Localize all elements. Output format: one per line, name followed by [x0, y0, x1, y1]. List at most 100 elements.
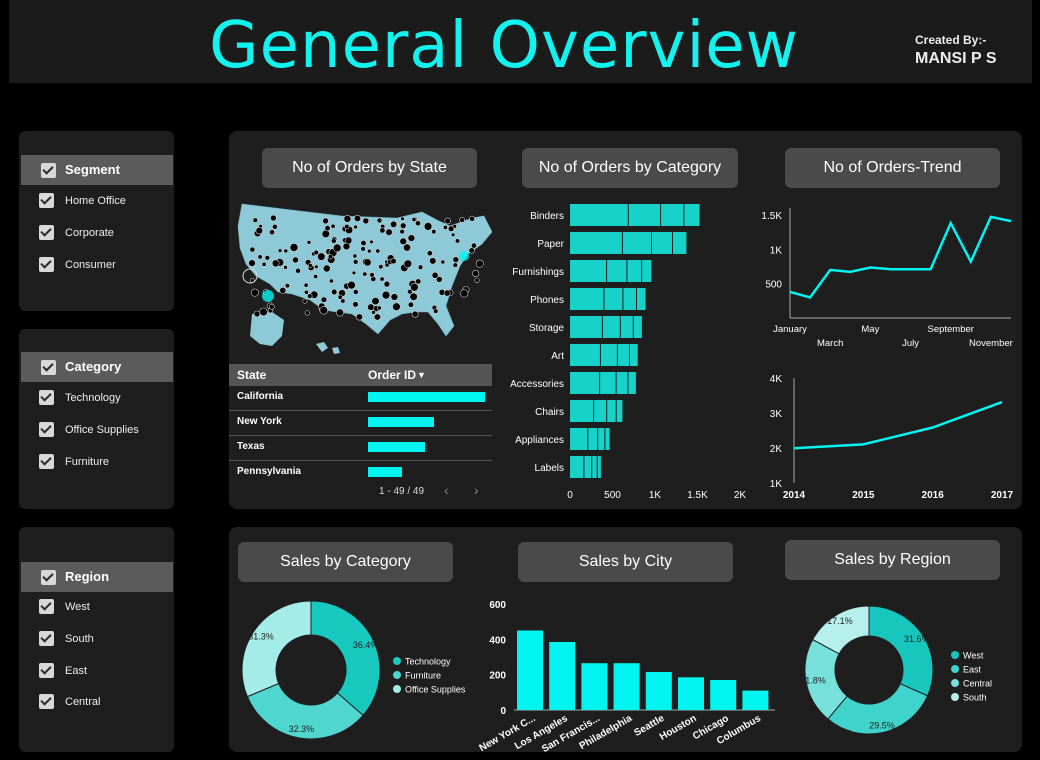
map-bubble — [390, 293, 399, 301]
map-bubble — [407, 234, 416, 242]
category-label: Binders — [530, 211, 564, 222]
checkbox[interactable] — [39, 225, 54, 240]
map-bubble — [317, 252, 326, 261]
map-bubble — [469, 215, 475, 222]
checkbox[interactable] — [39, 454, 54, 469]
map-bubble-highlight — [262, 290, 274, 302]
category-bar — [570, 232, 687, 254]
order-bar — [368, 392, 485, 402]
legend-label: Technology — [405, 657, 451, 667]
column-header-state[interactable]: State — [237, 368, 266, 382]
chevron-right-icon[interactable]: › — [474, 482, 479, 498]
legend-marker — [393, 685, 401, 693]
city-bar — [581, 663, 608, 710]
map-bubble — [444, 217, 451, 225]
map-bubble — [259, 307, 268, 317]
map-bubble — [392, 302, 401, 311]
checkbox[interactable] — [39, 631, 54, 646]
legend-marker — [951, 665, 959, 673]
slice-value-label: 31.3% — [248, 632, 274, 642]
map-bubble — [363, 258, 372, 267]
legend-marker — [393, 671, 401, 679]
city-bar — [710, 680, 737, 710]
y-tick-label: 2K — [770, 444, 783, 455]
map-bubble — [252, 217, 258, 223]
map-bubble — [340, 298, 346, 304]
donut-slice — [241, 600, 312, 698]
sales-by-region-donut: 31.6% 29.5% 21.8% 17.1% West East Central South — [800, 605, 992, 735]
map-bubble — [371, 310, 376, 315]
map-bubble — [271, 259, 280, 268]
legend-label: East — [963, 665, 982, 675]
category-slicer-header[interactable]: Category — [21, 352, 173, 382]
checkbox[interactable] — [39, 599, 54, 614]
us-orders-map[interactable] — [232, 196, 494, 356]
region-select-all-checkbox[interactable] — [41, 570, 56, 585]
legend-label: South — [963, 693, 987, 703]
map-bubble — [407, 301, 414, 308]
slice-value-label: 32.3% — [289, 724, 315, 734]
segment-select-all-checkbox[interactable] — [41, 163, 56, 178]
map-bubble — [373, 313, 381, 321]
table-row[interactable]: California — [229, 386, 492, 411]
map-bubble — [304, 310, 310, 316]
map-bubble — [261, 261, 267, 267]
x-tick-label: 2K — [734, 490, 747, 501]
map-bubble — [336, 308, 344, 317]
category-label: Appliances — [515, 435, 564, 446]
checkbox[interactable] — [39, 663, 54, 678]
map-bubble — [403, 259, 413, 269]
map-bubble — [329, 278, 334, 284]
region-slicer-header[interactable]: Region — [21, 562, 173, 592]
checkbox[interactable] — [39, 694, 54, 709]
checkbox[interactable] — [39, 422, 54, 437]
order-bar — [368, 417, 434, 427]
map-bubble — [323, 264, 331, 273]
orders-trend-line — [793, 400, 1003, 450]
sort-desc-icon[interactable]: ▼ — [417, 370, 426, 380]
map-bubble — [369, 272, 375, 278]
map-bubble — [352, 253, 358, 259]
map-bubble — [277, 248, 283, 253]
donut-slice — [310, 600, 381, 717]
category-select-all-checkbox[interactable] — [41, 360, 56, 375]
x-tick-label: 1K — [649, 490, 662, 501]
table-pager: 1 - 49 / 49 — [379, 486, 425, 497]
checkbox[interactable] — [39, 257, 54, 272]
map-bubble — [379, 276, 385, 282]
slice-value-label: 31.6% — [904, 634, 930, 644]
map-bubble — [351, 270, 356, 275]
category-label: Accessories — [510, 379, 564, 390]
legend-marker — [951, 651, 959, 659]
map-bubble — [255, 227, 263, 235]
map-land-hawaii — [316, 342, 340, 354]
map-bubble — [360, 246, 366, 252]
chevron-left-icon[interactable]: ‹ — [444, 482, 449, 498]
table-row[interactable]: Texas — [229, 436, 492, 461]
map-bubble — [431, 229, 437, 235]
map-bubble — [322, 217, 329, 225]
x-tick-label: January — [773, 324, 807, 335]
orders-by-category-title: No of Orders by Category — [522, 148, 738, 188]
table-row[interactable]: Pennsylvania — [229, 461, 492, 485]
map-bubble — [330, 223, 336, 229]
y-tick-label: 3K — [770, 409, 783, 420]
map-bubble — [352, 259, 359, 265]
category-label: Furnishings — [512, 267, 564, 278]
orders-trend-title: No of Orders-Trend — [785, 148, 1000, 188]
sales-by-city-title: Sales by City — [518, 542, 733, 582]
checkbox[interactable] — [39, 390, 54, 405]
x-tick-label: May — [861, 324, 879, 335]
segment-slicer-header[interactable]: Segment — [21, 155, 173, 185]
map-bubble — [400, 222, 407, 229]
map-bubble — [377, 305, 382, 311]
column-header-order-id[interactable]: Order ID — [368, 368, 416, 382]
state-name: New York — [237, 416, 282, 427]
checkbox[interactable] — [39, 193, 54, 208]
category-bar — [570, 400, 623, 422]
category-bar — [570, 288, 646, 310]
state-table: State Order ID ▼ California New York Tex… — [229, 364, 492, 484]
map-bubble — [354, 214, 362, 222]
table-row[interactable]: New York — [229, 411, 492, 436]
table-header: State Order ID ▼ — [229, 364, 492, 386]
